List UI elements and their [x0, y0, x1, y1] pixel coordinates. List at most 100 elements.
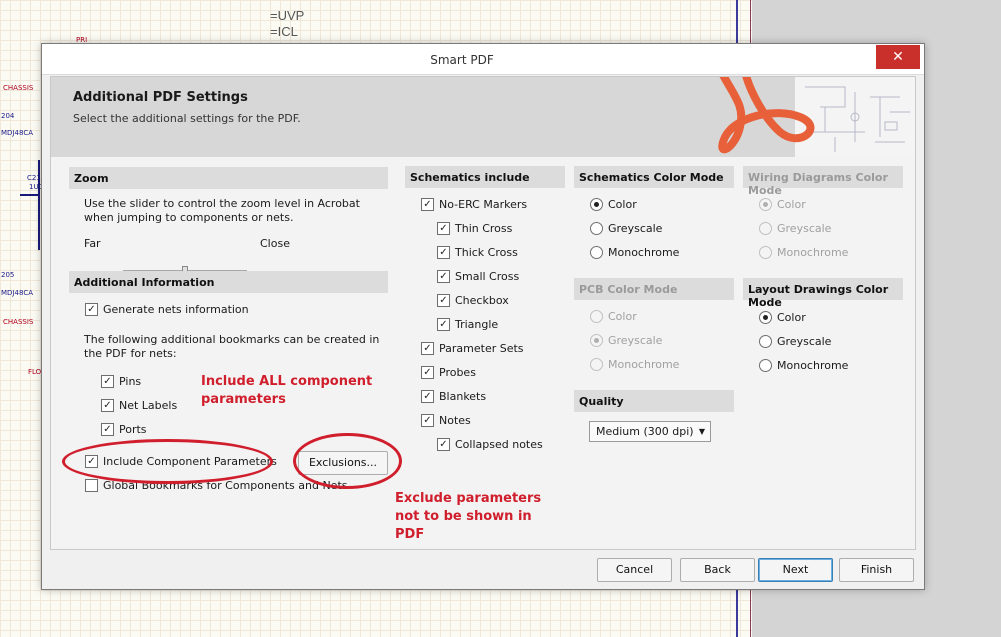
schematics-monochrome-radio[interactable]: Monochrome: [590, 246, 679, 259]
next-button[interactable]: Next: [758, 558, 833, 582]
bookmarks-description: The following additional bookmarks can b…: [84, 333, 380, 360]
schematic-label: MDJ48CA: [1, 129, 34, 137]
pcb-color-radio: Color: [590, 310, 637, 323]
cancel-button[interactable]: Cancel: [597, 558, 672, 582]
close-button[interactable]: ✕: [876, 45, 920, 69]
radio-dot: [590, 310, 603, 323]
smart-pdf-dialog: Smart PDF ✕ Additional PDF Settings Sele…: [41, 43, 925, 590]
radio-dot: [759, 246, 772, 259]
annotation-line: not to be shown in: [395, 509, 532, 524]
finish-button[interactable]: Finish: [839, 558, 914, 582]
checkbox-box[interactable]: ✓: [101, 375, 114, 388]
wiring-color-mode-header: Wiring Diagrams Color Mode: [743, 166, 903, 197]
radio-dot: [759, 222, 772, 235]
schematics-greyscale-radio[interactable]: Greyscale: [590, 222, 662, 235]
checkbox-box[interactable]: ✓: [437, 270, 450, 283]
wiring-monochrome-radio: Monochrome: [759, 246, 848, 259]
schematic-label: FLO: [28, 368, 42, 376]
pcb-greyscale-label: Greyscale: [608, 334, 663, 347]
radio-dot[interactable]: [590, 246, 603, 259]
wiring-greyscale-label: Greyscale: [777, 222, 832, 235]
radio-dot[interactable]: [590, 222, 603, 235]
probes-label: Probes: [439, 366, 476, 379]
checkbox-marker-checkbox[interactable]: ✓ Checkbox: [437, 294, 509, 307]
additional-info-section-header: Additional Information: [69, 271, 388, 293]
small-cross-label: Small Cross: [455, 270, 520, 283]
small-cross-checkbox[interactable]: ✓ Small Cross: [437, 270, 519, 283]
ports-label: Ports: [119, 423, 147, 436]
wizard-header: Additional PDF Settings Select the addit…: [51, 77, 915, 157]
pins-label: Pins: [119, 375, 142, 388]
radio-dot: [590, 358, 603, 371]
schematic-label: =ICL: [270, 24, 298, 39]
checkbox-marker-label: Checkbox: [455, 294, 509, 307]
checkbox-box[interactable]: ✓: [437, 294, 450, 307]
checkbox-box[interactable]: ✓: [437, 438, 450, 451]
checkbox-box[interactable]: ✓: [421, 414, 434, 427]
radio-dot[interactable]: [759, 335, 772, 348]
schematics-color-radio[interactable]: Color: [590, 198, 637, 211]
schematics-color-mode-header: Schematics Color Mode: [574, 166, 734, 188]
exclude-params-annotation: Exclude parameters not to be shown in PD…: [395, 490, 541, 544]
radio-dot[interactable]: [759, 359, 772, 372]
triangle-checkbox[interactable]: ✓ Triangle: [437, 318, 498, 331]
radio-dot[interactable]: [759, 311, 772, 324]
schematic-label: =UVP: [270, 8, 305, 23]
wiring-monochrome-label: Monochrome: [777, 246, 849, 259]
zoom-description: Use the slider to control the zoom level…: [84, 197, 360, 224]
blankets-label: Blankets: [439, 390, 487, 403]
layout-monochrome-radio[interactable]: Monochrome: [759, 359, 848, 372]
generate-nets-label: Generate nets information: [103, 303, 249, 316]
checkbox-box[interactable]: ✓: [437, 246, 450, 259]
checkbox-box[interactable]: ✓: [437, 222, 450, 235]
net-labels-checkbox[interactable]: ✓ Net Labels: [101, 399, 177, 412]
checkbox-box[interactable]: ✓: [101, 399, 114, 412]
triangle-label: Triangle: [455, 318, 499, 331]
pins-checkbox[interactable]: ✓ Pins: [101, 375, 141, 388]
ports-checkbox[interactable]: ✓ Ports: [101, 423, 147, 436]
layout-color-radio[interactable]: Color: [759, 311, 806, 324]
wiring-color-radio: Color: [759, 198, 806, 211]
checkbox-box[interactable]: ✓: [421, 366, 434, 379]
layout-monochrome-label: Monochrome: [777, 359, 849, 372]
checkbox-box[interactable]: ✓: [421, 198, 434, 211]
blankets-checkbox[interactable]: ✓ Blankets: [421, 390, 486, 403]
checkbox-box[interactable]: [85, 479, 98, 492]
generate-nets-checkbox[interactable]: ✓ Generate nets information: [85, 303, 249, 316]
page-subtitle: Select the additional settings for the P…: [73, 112, 301, 125]
acrobat-logo-icon: [705, 77, 915, 157]
dialog-titlebar[interactable]: Smart PDF ✕: [42, 44, 924, 75]
pcb-color-label: Color: [608, 310, 637, 323]
schematic-label: MDJ48CA: [1, 289, 34, 297]
thin-cross-checkbox[interactable]: ✓ Thin Cross: [437, 222, 512, 235]
quality-dropdown[interactable]: Medium (300 dpi) ▼: [589, 421, 711, 442]
collapsed-notes-checkbox[interactable]: ✓ Collapsed notes: [437, 438, 543, 451]
thick-cross-checkbox[interactable]: ✓ Thick Cross: [437, 246, 518, 259]
schematic-wire: [20, 194, 40, 196]
checkbox-box[interactable]: ✓: [421, 390, 434, 403]
schematics-greyscale-label: Greyscale: [608, 222, 663, 235]
zoom-close-label: Close: [260, 237, 290, 250]
checkbox-box[interactable]: ✓: [421, 342, 434, 355]
annotation-line: PDF: [395, 527, 425, 542]
layout-greyscale-radio[interactable]: Greyscale: [759, 335, 831, 348]
no-erc-markers-checkbox[interactable]: ✓ No-ERC Markers: [421, 198, 527, 211]
back-button[interactable]: Back: [680, 558, 755, 582]
notes-checkbox[interactable]: ✓ Notes: [421, 414, 471, 427]
schematic-label: CHASSIS: [3, 318, 34, 326]
chevron-down-icon: ▼: [698, 427, 705, 436]
layout-greyscale-label: Greyscale: [777, 335, 832, 348]
quality-header: Quality: [574, 390, 734, 412]
annotation-line: parameters: [201, 392, 286, 407]
pcb-color-mode-header: PCB Color Mode: [574, 278, 734, 300]
checkbox-box[interactable]: ✓: [437, 318, 450, 331]
radio-dot: [759, 198, 772, 211]
wizard-page: Additional PDF Settings Select the addit…: [50, 76, 916, 550]
checkbox-box[interactable]: ✓: [85, 303, 98, 316]
checkbox-box[interactable]: ✓: [101, 423, 114, 436]
probes-checkbox[interactable]: ✓ Probes: [421, 366, 476, 379]
parameter-sets-checkbox[interactable]: ✓ Parameter Sets: [421, 342, 524, 355]
thick-cross-label: Thick Cross: [455, 246, 518, 259]
radio-dot[interactable]: [590, 198, 603, 211]
parameter-sets-label: Parameter Sets: [439, 342, 524, 355]
